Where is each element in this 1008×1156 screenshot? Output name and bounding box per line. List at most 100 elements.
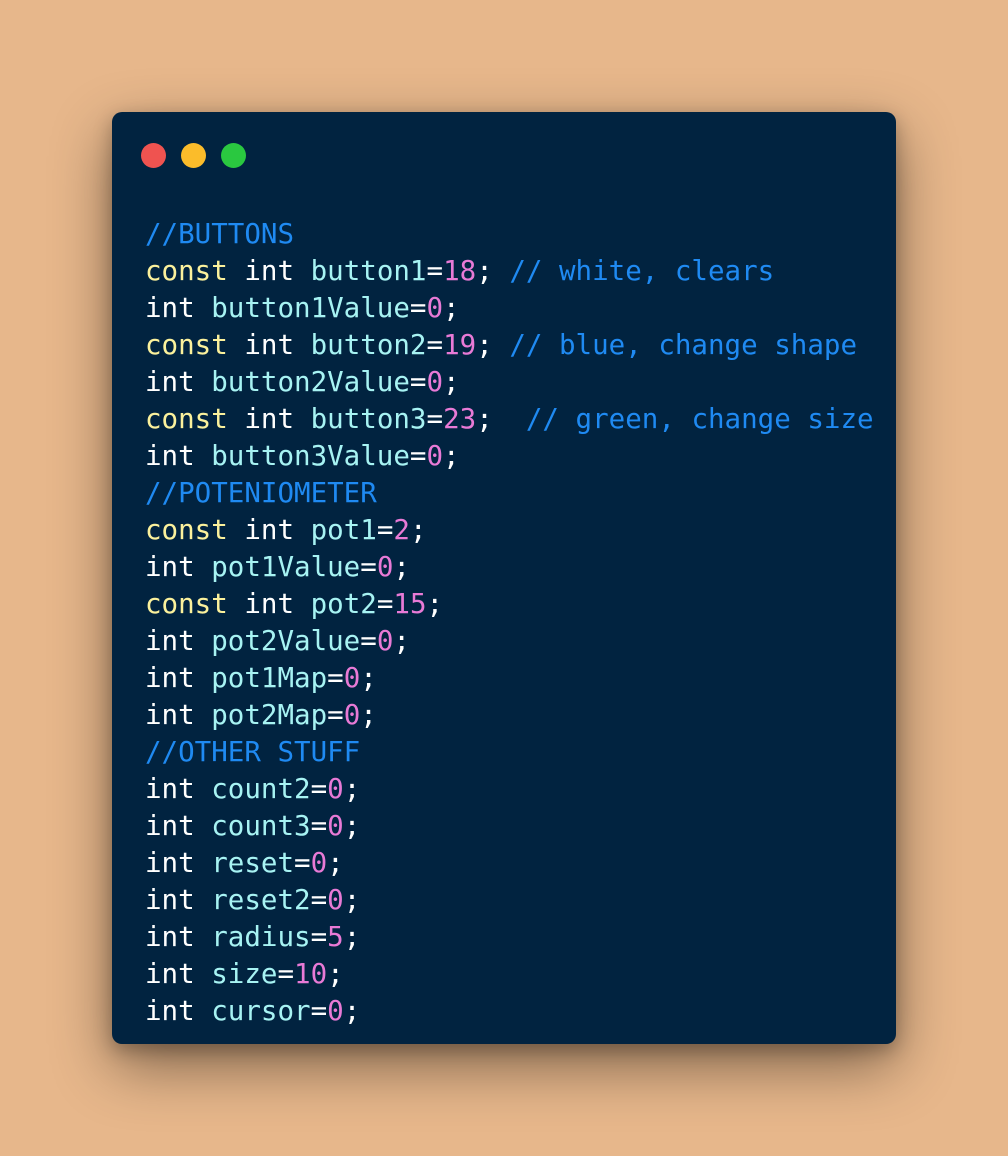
code-line: const int button3=23; // green, change s… — [145, 401, 874, 438]
code-line: //OTHER STUFF — [145, 734, 874, 771]
code-token-comment: //POTENIOMETER — [145, 477, 377, 509]
code-token-punct: ; — [327, 847, 344, 879]
minimize-icon[interactable] — [181, 143, 206, 168]
code-token-comment: // blue, change shape — [509, 329, 857, 361]
code-token-number: 0 — [327, 810, 344, 842]
code-token-ident: pot1Value — [211, 551, 361, 583]
code-token-op: = — [426, 329, 444, 361]
code-token-type: int — [244, 514, 295, 546]
close-icon[interactable] — [141, 143, 166, 168]
code-line: int button3Value=0; — [145, 438, 874, 475]
code-token-type: int — [244, 588, 295, 620]
code-token-keyword: const — [145, 403, 228, 435]
code-token-op: = — [376, 514, 394, 546]
code-token-type: int — [145, 440, 195, 472]
code-token-type: int — [145, 625, 195, 657]
code-token-punct: ; — [343, 773, 361, 805]
code-token-comment: // white, clears — [509, 255, 775, 287]
code-token-type: int — [145, 884, 195, 916]
code-token-op: = — [426, 255, 444, 287]
code-token-punct: ; — [443, 366, 460, 398]
code-token-type: int — [244, 329, 295, 361]
code-token-ident: reset2 — [211, 884, 311, 916]
code-token-type: int — [145, 958, 195, 990]
code-token-type: int — [244, 255, 295, 287]
code-token-type: int — [145, 292, 195, 324]
code-token-number: 2 — [393, 514, 410, 546]
code-token-type: int — [145, 551, 195, 583]
code-line: const int button2=19; // blue, change sh… — [145, 327, 874, 364]
code-block: //BUTTONS const int button1=18; // white,… — [145, 216, 874, 1030]
code-line: const int button1=18; // white, clears — [145, 253, 874, 290]
maximize-icon[interactable] — [221, 143, 246, 168]
code-token-ident: size — [211, 958, 278, 990]
code-token-number: 0 — [426, 366, 444, 398]
code-token-punct: ; — [343, 810, 361, 842]
code-token-type: int — [145, 366, 195, 398]
code-line: int count3=0; — [145, 808, 874, 845]
code-token-punct: ; — [360, 662, 377, 694]
code-token-op: = — [327, 699, 344, 731]
code-token-number: 5 — [327, 921, 344, 953]
code-token-keyword: const — [145, 329, 228, 361]
code-token-punct: ; — [360, 699, 377, 731]
code-line: //POTENIOMETER — [145, 475, 874, 512]
code-token-punct: ; — [409, 514, 427, 546]
code-token-comment: //OTHER STUFF — [145, 736, 361, 768]
code-token-op: = — [310, 773, 328, 805]
code-token-comment: //BUTTONS — [145, 218, 295, 250]
code-token-op: = — [360, 551, 377, 583]
code-token-type: int — [145, 810, 195, 842]
code-token-punct: ; — [393, 625, 410, 657]
code-window: //BUTTONS const int button1=18; // white,… — [112, 112, 896, 1044]
code-token-number: 18 — [443, 255, 477, 287]
code-line: int size=10; — [145, 956, 874, 993]
code-token-type: int — [145, 847, 195, 879]
code-token-ident: pot2Map — [211, 699, 328, 731]
code-token-type: int — [145, 773, 195, 805]
code-token-op: = — [310, 810, 328, 842]
code-line: int cursor=0; — [145, 993, 874, 1030]
code-token-op: = — [310, 995, 328, 1027]
code-token-punct: ; — [393, 551, 410, 583]
code-token-number: 0 — [426, 440, 444, 472]
code-token-punct: ; — [343, 884, 361, 916]
code-token-op: = — [277, 958, 295, 990]
code-token-number: 0 — [327, 773, 344, 805]
code-token-punct: ; — [426, 588, 444, 620]
code-token-op: = — [310, 921, 328, 953]
code-token-punct: ; — [476, 329, 493, 361]
code-token-number: 10 — [294, 958, 328, 990]
code-token-type: int — [145, 699, 195, 731]
code-token-keyword: const — [145, 588, 228, 620]
code-line: int radius=5; — [145, 919, 874, 956]
code-token-op: = — [409, 292, 427, 324]
code-token-number: 0 — [327, 884, 344, 916]
code-token-punct: ; — [476, 403, 493, 435]
code-line: int reset=0; — [145, 845, 874, 882]
code-line: int pot1Value=0; — [145, 549, 874, 586]
code-token-op: = — [294, 847, 311, 879]
code-token-punct: ; — [443, 292, 460, 324]
code-token-number: 0 — [343, 662, 361, 694]
code-line: int button2Value=0; — [145, 364, 874, 401]
code-token-ident: count2 — [211, 773, 311, 805]
code-token-number: 0 — [376, 551, 394, 583]
code-token-type: int — [244, 403, 295, 435]
code-token-number: 0 — [343, 699, 361, 731]
code-token-type: int — [145, 662, 195, 694]
